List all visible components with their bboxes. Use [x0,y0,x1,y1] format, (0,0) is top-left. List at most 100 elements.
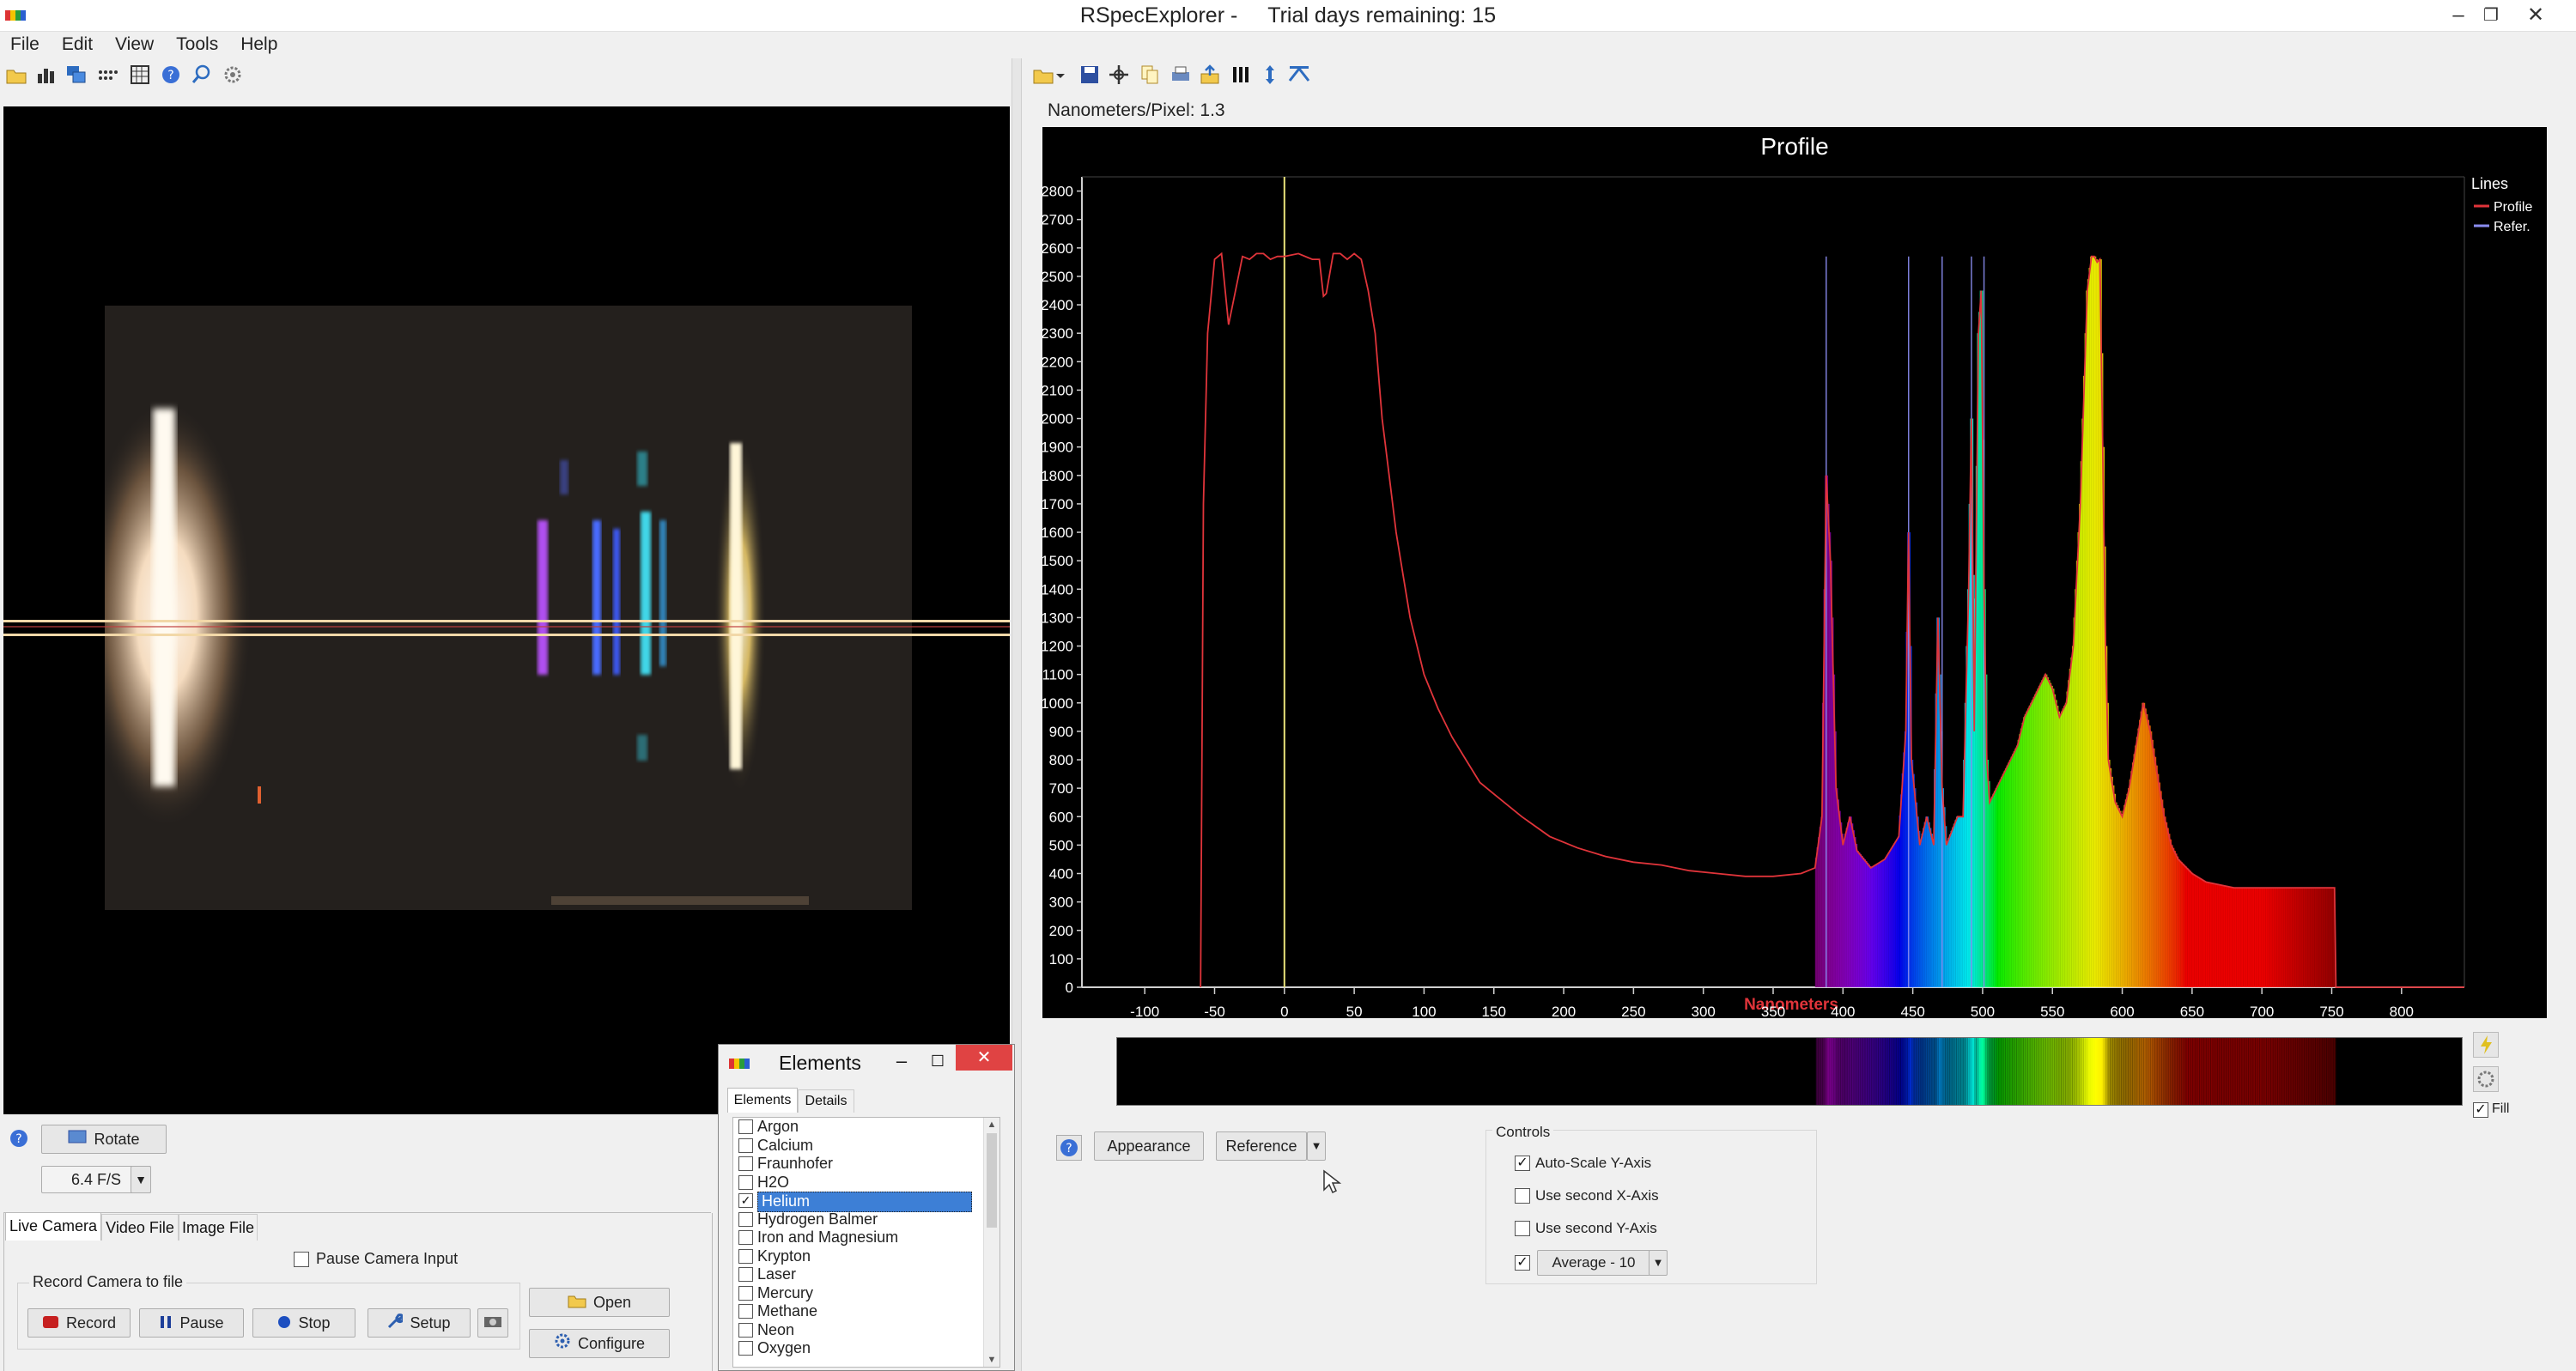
chevron-down-icon[interactable] [1054,64,1066,86]
list-item[interactable]: Calcium [733,1137,999,1156]
peak-icon[interactable] [1288,64,1310,86]
element-checkbox[interactable]: ✓ [738,1193,753,1208]
y-tick-label: 1100 [1042,667,1073,683]
list-item[interactable]: Krypton [733,1247,999,1266]
autoscale-checkbox[interactable]: ✓ [1515,1156,1530,1171]
list-item[interactable]: Methane [733,1302,999,1321]
stop-button[interactable]: Stop [252,1308,355,1338]
configure-button[interactable]: Configure [529,1329,670,1358]
tab-elements[interactable]: Elements [727,1088,798,1113]
chevron-down-icon[interactable]: ▼ [1307,1131,1326,1161]
minimize-button[interactable]: – [887,1048,916,1074]
menu-help[interactable]: Help [240,31,277,58]
export-icon[interactable] [1199,64,1221,86]
element-checkbox[interactable] [738,1230,753,1245]
element-checkbox[interactable] [738,1285,753,1301]
open-button[interactable]: Open [529,1288,670,1317]
element-checkbox[interactable] [738,1174,753,1190]
second-x-axis-label: Use second X-Axis [1535,1187,1659,1204]
element-checkbox[interactable] [738,1322,753,1338]
average-checkbox[interactable]: ✓ [1515,1255,1530,1271]
chevron-down-icon[interactable]: ▼ [1649,1250,1668,1276]
list-item[interactable]: Fraunhofer [733,1155,999,1174]
second-x-axis-checkbox[interactable] [1515,1188,1530,1204]
element-checkbox[interactable] [738,1119,753,1134]
reference-button[interactable]: Reference [1216,1131,1307,1161]
scan-line-top[interactable] [3,620,1010,622]
title-bar: RSpecExplorer - Trial days remaining: 15… [0,0,2576,32]
element-checkbox[interactable] [738,1156,753,1171]
element-checkbox[interactable] [738,1304,753,1319]
list-item[interactable]: Neon [733,1321,999,1340]
y-tick-label: 1600 [1042,525,1073,541]
menu-file[interactable]: File [10,31,39,58]
scan-line-bottom[interactable] [3,634,1010,636]
gear-icon [554,1331,571,1358]
element-checkbox[interactable] [738,1267,753,1282]
open-folder-icon[interactable] [1032,64,1054,86]
list-item[interactable]: Oxygen [733,1339,999,1358]
pause-camera-checkbox[interactable] [294,1252,309,1267]
columns-icon[interactable] [1230,64,1252,86]
tab-image-file[interactable]: Image File [179,1214,258,1241]
element-checkbox[interactable] [738,1137,753,1153]
lightning-icon[interactable] [2473,1032,2499,1058]
profile-chart[interactable]: Profile Lines Profile Refer. Nanometers … [1041,127,2547,1020]
element-label: Krypton [757,1247,811,1265]
chart-icon[interactable] [36,64,58,86]
list-item[interactable]: Argon [733,1118,999,1137]
menu-view[interactable]: View [115,31,154,58]
element-checkbox[interactable] [738,1211,753,1227]
windows-icon[interactable] [65,64,88,86]
camera-snapshot-button[interactable] [477,1308,508,1338]
list-item[interactable]: Laser [733,1265,999,1284]
legend-title: Lines [2471,175,2508,192]
close-button[interactable]: ✕ [2516,0,2555,31]
elements-scrollbar[interactable]: ▲ ▼ [983,1118,999,1367]
menu-tools[interactable]: Tools [176,31,218,58]
settings-gear-icon[interactable] [222,64,244,86]
help-icon[interactable]: ? [160,64,182,86]
save-icon[interactable] [1078,64,1101,86]
dots-grid-icon[interactable] [96,64,118,86]
chevron-down-icon[interactable]: ▼ [131,1166,151,1193]
scrollbar-thumb[interactable] [987,1133,997,1228]
element-checkbox[interactable] [738,1248,753,1264]
second-y-axis-checkbox[interactable] [1515,1221,1530,1236]
list-item[interactable]: ✓ Helium [733,1192,999,1212]
list-item[interactable]: Hydrogen Balmer [733,1210,999,1229]
y-tick-label: 1300 [1042,610,1073,626]
help-button[interactable]: ? [1056,1135,1082,1161]
scroll-up-icon[interactable]: ▲ [984,1118,999,1131]
list-item[interactable]: Iron and Magnesium [733,1228,999,1247]
help-icon[interactable]: ? [9,1128,29,1149]
list-item[interactable]: H2O [733,1174,999,1192]
restore-button[interactable]: ❐ [2471,0,2511,31]
open-folder-icon[interactable] [5,64,27,86]
grid-icon[interactable] [129,64,151,86]
record-button[interactable]: Record [27,1308,131,1338]
appearance-button[interactable]: Appearance [1094,1131,1204,1161]
crosshair-icon[interactable] [1108,64,1130,86]
copy-icon[interactable] [1139,64,1161,86]
maximize-button[interactable]: ☐ [923,1048,952,1074]
zoom-icon[interactable] [191,64,213,86]
gear-icon[interactable] [2473,1066,2499,1092]
camera-view[interactable] [3,106,1010,1114]
print-icon[interactable] [1170,64,1192,86]
average-select[interactable]: Average - 10 [1537,1250,1650,1276]
legend-entry-profile: Profile [2494,200,2532,215]
scroll-down-icon[interactable]: ▼ [984,1353,999,1367]
list-item[interactable]: Mercury [733,1284,999,1303]
tab-video-file[interactable]: Video File [101,1214,179,1241]
fill-checkbox[interactable]: ✓ [2473,1102,2488,1118]
vertical-arrows-icon[interactable] [1259,64,1281,86]
pause-button[interactable]: Pause [139,1308,244,1338]
rotate-button[interactable]: Rotate [41,1125,167,1154]
tab-details[interactable]: Details [798,1089,854,1113]
element-checkbox[interactable] [738,1341,753,1356]
close-button[interactable]: ✕ [956,1045,1012,1071]
menu-edit[interactable]: Edit [62,31,93,58]
tab-live-camera[interactable]: Live Camera [5,1212,101,1241]
setup-button[interactable]: Setup [368,1308,471,1338]
